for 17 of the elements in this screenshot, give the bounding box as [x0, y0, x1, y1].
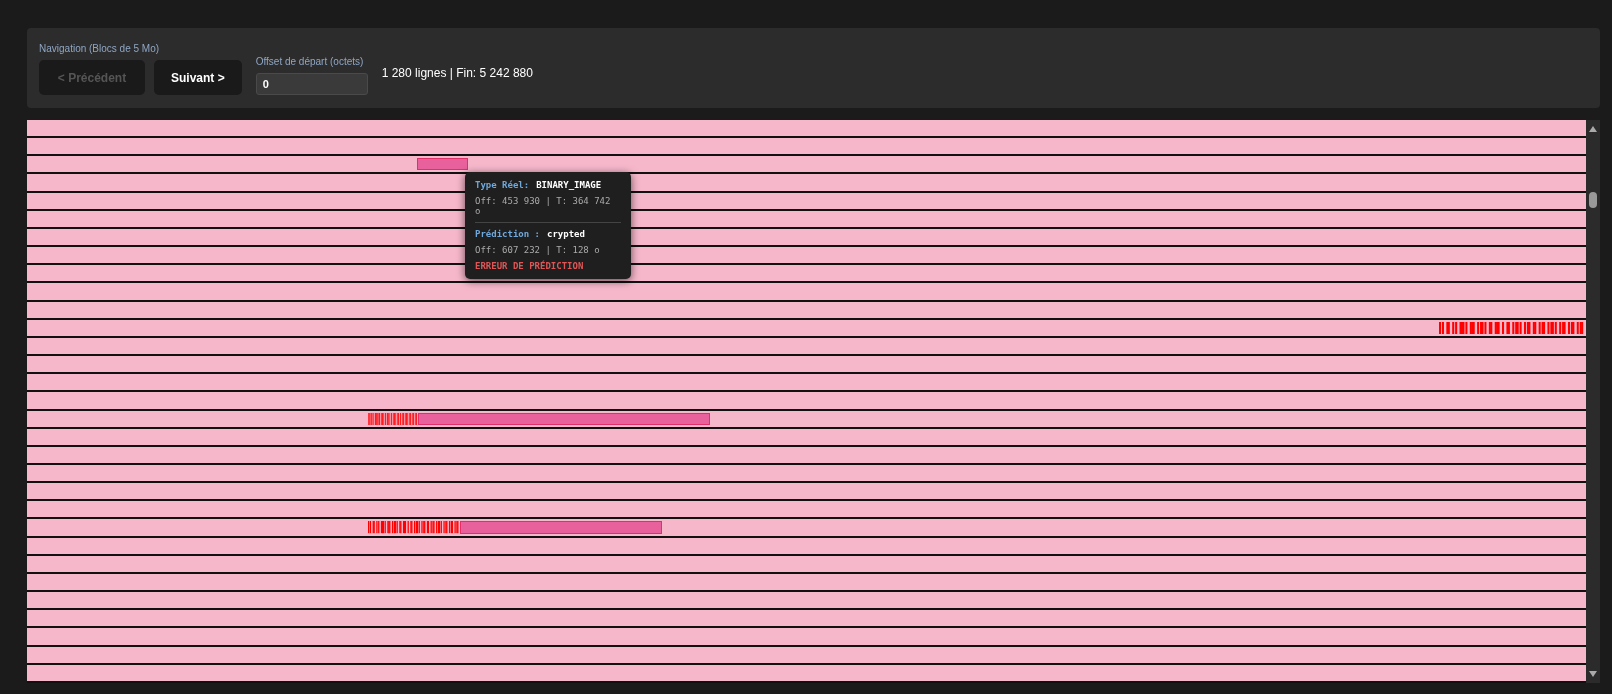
- prediction-detail-text: Off: 607 232 | T: 128 o: [475, 245, 601, 255]
- next-button[interactable]: Suivant >: [154, 60, 242, 95]
- error-status-text: ERREUR DE PRÉDICTION: [475, 261, 585, 271]
- prediction-segment[interactable]: [416, 158, 469, 171]
- actual-type-value: BINARY_IMAGE: [536, 180, 602, 190]
- prediction-value: crypted: [547, 229, 585, 239]
- prediction-label: Prédiction :: [475, 229, 541, 239]
- offset-input-field[interactable]: 0: [255, 73, 368, 95]
- actual-type-label: Type Réel:: [475, 180, 530, 190]
- prediction-segment[interactable]: [418, 412, 710, 425]
- summary-text: 1 280 lignes | Fin: 5 242 880: [381, 66, 533, 80]
- scrollbar[interactable]: [1586, 120, 1600, 683]
- actual-detail-text: Off: 453 930 | T: 364 742 o: [475, 196, 612, 216]
- error-marks-drawing: [368, 412, 419, 425]
- navigation-label: Navigation (Blocs de 5 Mo): [39, 43, 161, 54]
- prediction-segment[interactable]: [460, 521, 662, 534]
- offset-label: Offset de départ (octets): [255, 56, 365, 67]
